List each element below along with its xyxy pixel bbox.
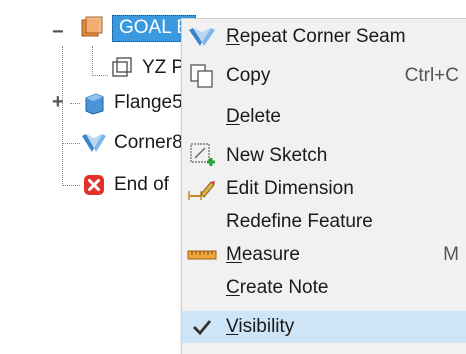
menu-item-delete[interactable]: Delete <box>182 101 466 133</box>
tree-item-end-of-part[interactable]: End of <box>80 171 169 199</box>
menu-item-label: New Sketch <box>226 145 328 166</box>
menu-item-label: Copy <box>226 65 271 86</box>
menu-item-create-note[interactable]: Create Note <box>182 272 466 304</box>
menu-item-repeat-corner-seam[interactable]: Repeat Corner Seam <box>182 21 466 53</box>
menu-item-measure[interactable]: Measure M <box>182 239 466 271</box>
plane-icon <box>108 54 136 82</box>
tree-connector <box>62 46 63 186</box>
tree-connector <box>70 103 80 104</box>
tree-connector <box>62 185 80 186</box>
tree-item-label: YZ P <box>142 57 185 78</box>
tree-item-label: Flange5 <box>114 92 183 113</box>
corner-seam-icon <box>80 129 108 157</box>
menu-item-edit-dimension[interactable]: Edit Dimension <box>182 173 466 205</box>
tree-item-corner8[interactable]: Corner8 <box>80 129 183 157</box>
menu-item-label: Measure <box>226 244 300 265</box>
menu-item-label: Delete <box>226 106 281 127</box>
flange-icon <box>80 89 108 117</box>
part-folder-icon <box>78 14 106 42</box>
menu-item-label: Edit Dimension <box>226 178 354 199</box>
menu-item-visibility[interactable]: Visibility <box>182 311 466 343</box>
end-of-part-icon <box>80 171 108 199</box>
edit-dimension-icon <box>186 175 218 203</box>
menu-item-redefine-feature[interactable]: Redefine Feature <box>182 206 466 238</box>
tree-item-flange5[interactable]: Flange5 <box>80 89 183 117</box>
expand-toggle[interactable]: + <box>52 92 64 112</box>
copy-icon <box>186 62 218 90</box>
tree-connector <box>92 75 108 76</box>
tree-item-goal[interactable]: GOAL E <box>78 14 197 42</box>
tree-connector <box>62 143 80 144</box>
menu-item-new-sketch[interactable]: New Sketch <box>182 140 466 172</box>
tree-item-label: End of <box>114 174 169 195</box>
new-sketch-icon <box>186 142 218 170</box>
tree-item-yz-plane[interactable]: YZ P <box>108 54 184 82</box>
collapse-toggle[interactable]: − <box>52 22 64 42</box>
ruler-icon <box>186 241 218 269</box>
menu-item-label: Redefine Feature <box>226 211 373 232</box>
menu-item-label: Repeat Corner Seam <box>226 26 406 47</box>
menu-item-label: Visibility <box>226 316 295 337</box>
menu-item-shortcut: M <box>443 244 459 265</box>
menu-item-shortcut: Ctrl+C <box>404 65 459 86</box>
checkmark-icon <box>186 313 218 341</box>
tree-item-label: Corner8 <box>114 132 183 153</box>
menu-item-label: Create Note <box>226 277 329 298</box>
context-menu: Repeat Corner Seam Copy Ctrl+C Delete Ne… <box>181 18 466 354</box>
corner-seam-icon <box>186 23 218 51</box>
menu-item-copy[interactable]: Copy Ctrl+C <box>182 60 466 92</box>
tree-connector <box>92 46 93 76</box>
